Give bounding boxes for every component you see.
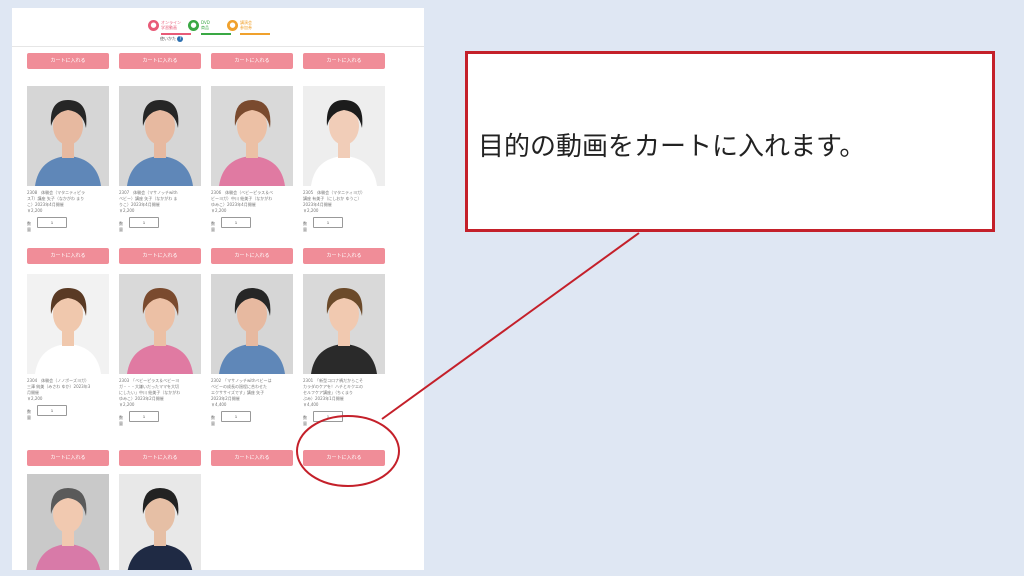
callout-pointer-line xyxy=(381,232,640,420)
highlight-circle xyxy=(296,415,400,487)
annotation-overlay xyxy=(296,232,640,487)
